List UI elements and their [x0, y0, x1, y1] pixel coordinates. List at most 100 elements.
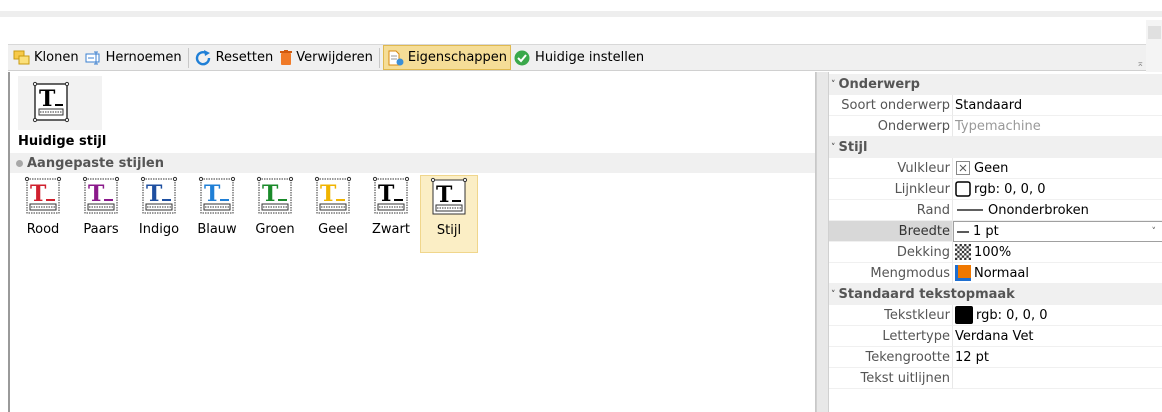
- prop-name: Rand: [829, 200, 953, 221]
- rename-button[interactable]: Hernoemen: [82, 45, 185, 70]
- toolbar-overflow-icon[interactable]: ⌅: [1136, 59, 1144, 69]
- chevron-down-icon: ˅: [831, 79, 836, 90]
- no-fill-icon: [956, 161, 970, 175]
- svg-text:T: T: [39, 86, 56, 112]
- toolbar: Klonen Hernoemen Resetten Verwijderen Ei…: [8, 44, 1146, 71]
- category-subject-label: Onderwerp: [838, 77, 920, 92]
- text-color-swatch: [955, 306, 973, 324]
- reset-label: Resetten: [215, 50, 274, 65]
- category-style[interactable]: ˅ Stijl: [829, 137, 1162, 158]
- prop-name: Tekengrootte: [829, 347, 953, 368]
- delete-button[interactable]: Verwijderen: [276, 45, 376, 70]
- prop-value: Ononderbroken: [953, 200, 1162, 221]
- custom-styles-label: Aangepaste stijlen: [27, 155, 164, 171]
- text-color-value: rgb: 0, 0, 0: [976, 307, 1048, 323]
- typewriter-style-icon: T: [32, 81, 70, 123]
- prop-value: Standaard: [953, 95, 1162, 116]
- prop-fill-color[interactable]: Vulkleur Geen: [829, 158, 1162, 179]
- prop-value: rgb: 0, 0, 0: [953, 179, 1162, 200]
- top-strip: [0, 11, 1162, 17]
- line-width-icon: [957, 230, 969, 233]
- prop-text-align[interactable]: Tekst uitlijnen: [829, 368, 1162, 389]
- style-item-label: Indigo: [138, 222, 180, 237]
- svg-text:T: T: [146, 181, 163, 207]
- prop-font[interactable]: Lettertype Verdana Vet: [829, 326, 1162, 347]
- current-style-preview[interactable]: T: [18, 76, 102, 130]
- custom-styles-group-header[interactable]: Aangepaste stijlen: [10, 153, 815, 173]
- prop-name: Lettertype: [829, 326, 953, 347]
- current-style-label: Huidige stijl: [18, 134, 107, 149]
- typewriter-style-icon: T: [256, 176, 294, 214]
- category-text-format[interactable]: ˅ Standaard tekstopmaak: [829, 284, 1162, 305]
- prop-subject-type[interactable]: Soort onderwerp Standaard: [829, 95, 1162, 116]
- style-item-geel[interactable]: T Geel: [304, 175, 362, 253]
- prop-value: Typemachine: [953, 116, 1162, 137]
- svg-text:T: T: [436, 182, 453, 208]
- prop-text-color[interactable]: Tekstkleur rgb: 0, 0, 0: [829, 305, 1162, 326]
- prop-line-color[interactable]: Lijnkleur rgb: 0, 0, 0: [829, 179, 1162, 200]
- collapse-dot-icon: [16, 159, 23, 167]
- clone-label: Klonen: [34, 50, 79, 65]
- svg-text:T: T: [204, 181, 221, 207]
- typewriter-style-icon: T: [314, 176, 352, 214]
- svg-text:T: T: [262, 181, 279, 207]
- style-item-paars[interactable]: T Paars: [72, 175, 130, 253]
- set-current-button[interactable]: Huidige instellen: [511, 45, 647, 70]
- style-item-rood[interactable]: T Rood: [14, 175, 72, 253]
- rename-label: Hernoemen: [105, 50, 182, 65]
- style-item-label: Zwart: [372, 222, 410, 237]
- category-subject[interactable]: ˅ Onderwerp: [829, 74, 1162, 95]
- style-item-indigo[interactable]: T Indigo: [130, 175, 188, 253]
- chevron-down-icon: ˅: [831, 289, 836, 300]
- refresh-icon: [195, 49, 210, 65]
- typewriter-style-icon: T: [82, 176, 120, 214]
- line-color-swatch: [955, 181, 971, 197]
- svg-text:T: T: [378, 181, 395, 207]
- fill-value: Geen: [974, 160, 1009, 176]
- blend-mode-icon: [955, 265, 971, 281]
- property-grid: ˅ Onderwerp Soort onderwerp Standaard On…: [828, 72, 1162, 412]
- prop-value: Normaal: [953, 263, 1162, 284]
- style-item-groen[interactable]: T Groen: [246, 175, 304, 253]
- pane-splitter[interactable]: [816, 72, 828, 412]
- chevron-down-icon: ˅: [831, 142, 836, 153]
- window-control[interactable]: [1148, 26, 1161, 39]
- line-value: rgb: 0, 0, 0: [974, 181, 1046, 197]
- properties-label: Eigenschappen: [407, 50, 508, 65]
- prop-value: Verdana Vet: [953, 326, 1162, 347]
- prop-subject[interactable]: Onderwerp Typemachine: [829, 116, 1162, 137]
- clone-button[interactable]: Klonen: [10, 45, 82, 70]
- set-current-label: Huidige instellen: [535, 50, 645, 65]
- style-item-zwart[interactable]: T Zwart: [362, 175, 420, 253]
- properties-button[interactable]: Eigenschappen: [382, 45, 512, 70]
- style-item-label: Geel: [318, 222, 348, 237]
- blend-value: Normaal: [974, 265, 1030, 281]
- prop-width[interactable]: Breedte 1 pt ˅: [829, 221, 1162, 242]
- prop-name: Onderwerp: [829, 116, 953, 137]
- reset-button[interactable]: Resetten: [192, 45, 277, 70]
- prop-value: rgb: 0, 0, 0: [953, 305, 1162, 326]
- prop-opacity[interactable]: Dekking 100%: [829, 242, 1162, 263]
- style-item-label: Paars: [83, 222, 119, 237]
- prop-name: Mengmodus: [829, 263, 953, 284]
- prop-name: Dekking: [829, 242, 953, 263]
- width-value: 1 pt: [973, 224, 999, 239]
- style-item-label: Rood: [26, 222, 60, 237]
- prop-name: Lijnkleur: [829, 179, 953, 200]
- prop-border[interactable]: Rand Ononderbroken: [829, 200, 1162, 221]
- prop-font-size[interactable]: Tekengrootte 12 pt: [829, 347, 1162, 368]
- style-item-blauw[interactable]: T Blauw: [188, 175, 246, 253]
- prop-value: Geen: [953, 158, 1162, 179]
- svg-text:T: T: [30, 181, 47, 207]
- width-dropdown[interactable]: 1 pt ˅: [953, 221, 1162, 242]
- svg-text:T: T: [88, 181, 105, 207]
- style-item-stijl[interactable]: T Stijl: [420, 175, 478, 253]
- trash-icon: [280, 49, 293, 65]
- typewriter-style-icon: T: [372, 176, 410, 214]
- prop-value: 12 pt: [953, 347, 1162, 368]
- prop-blend-mode[interactable]: Mengmodus Normaal: [829, 263, 1162, 284]
- prop-value: [953, 368, 1162, 389]
- chevron-down-icon[interactable]: ˅: [1152, 227, 1157, 237]
- properties-icon: [388, 50, 404, 65]
- styles-list: T Rood T Paars T Indigo T Blauw T Groen T Geel T Zwar…: [14, 175, 478, 255]
